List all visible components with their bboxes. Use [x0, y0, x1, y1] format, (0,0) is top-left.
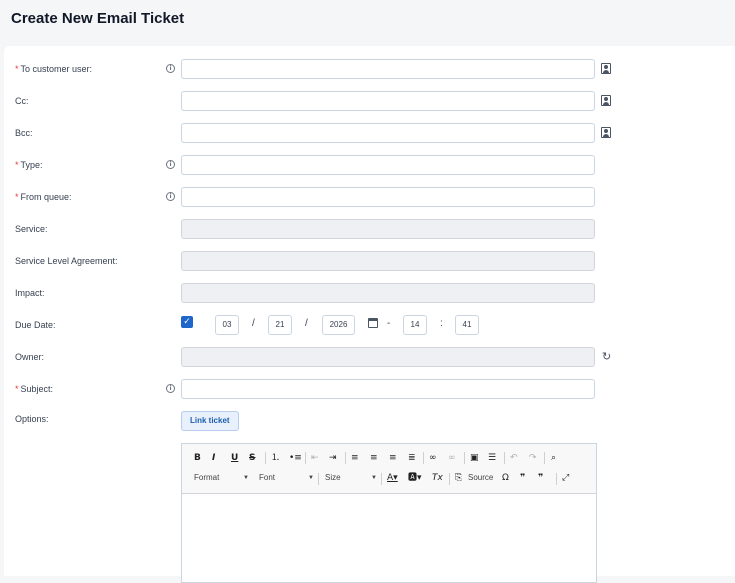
- redo-icon[interactable]: ↷: [529, 452, 537, 464]
- address-book-icon[interactable]: [601, 127, 611, 138]
- to-customer-user-input[interactable]: [181, 59, 595, 79]
- special-char-icon[interactable]: Ω: [502, 472, 509, 484]
- bcc-label: Bcc:: [15, 128, 33, 138]
- ticket-form: * To customer user: i Cc: Bcc: * Type: i *…: [4, 46, 735, 583]
- field-cc: Cc:: [4, 91, 735, 113]
- editor-toolbar: B I U S ⒈ •≡ ⇤ ⇥ ≡ ≡ ≡ ≣ ∞ ∞ ▣ ☰ ↶ ↷ ⌕ F…: [182, 444, 596, 494]
- owner-label: Owner:: [15, 352, 45, 362]
- due-month-select[interactable]: 03: [215, 315, 239, 335]
- field-sla: Service Level Agreement:: [4, 251, 735, 273]
- align-right-icon[interactable]: ≡: [389, 452, 397, 464]
- subject-input[interactable]: [181, 379, 595, 399]
- find-icon[interactable]: ⌕: [551, 452, 556, 464]
- refresh-icon[interactable]: ↻: [602, 350, 611, 363]
- field-type: * Type: i: [4, 155, 735, 177]
- background-color-icon[interactable]: 🅰▾: [408, 472, 422, 484]
- chevron-down-icon: ▼: [371, 475, 377, 481]
- to-label: To customer user:: [20, 64, 93, 74]
- date-separator: /: [305, 318, 308, 329]
- maximize-icon[interactable]: ⤢: [562, 472, 569, 484]
- sla-select[interactable]: [181, 251, 595, 271]
- impact-select[interactable]: [181, 283, 595, 303]
- remove-blockquote-icon[interactable]: ❞: [538, 472, 543, 484]
- chevron-down-icon: ▼: [243, 475, 249, 481]
- bulleted-list-icon[interactable]: •≡: [289, 452, 302, 464]
- bold-button[interactable]: B: [194, 452, 201, 464]
- source-button[interactable]: Source: [468, 472, 493, 484]
- required-marker: *: [15, 192, 19, 202]
- service-label: Service:: [15, 224, 48, 234]
- image-icon[interactable]: ▣: [470, 452, 479, 464]
- due-hour-select[interactable]: 14: [403, 315, 427, 335]
- field-owner: Owner: ↻: [4, 347, 735, 369]
- source-icon[interactable]: ⎘: [455, 472, 462, 484]
- field-to-customer-user: * To customer user: i: [4, 59, 735, 81]
- time-separator: -: [387, 318, 391, 329]
- format-dropdown[interactable]: Format ▼: [194, 472, 249, 484]
- time-colon: :: [440, 318, 443, 329]
- owner-select[interactable]: [181, 347, 595, 367]
- type-label: Type:: [20, 160, 43, 170]
- queue-label: From queue:: [20, 192, 72, 202]
- calendar-icon[interactable]: [368, 318, 378, 328]
- due-date-label: Due Date:: [15, 320, 56, 330]
- cc-input[interactable]: [181, 91, 595, 111]
- editor-body[interactable]: [182, 494, 596, 583]
- cc-label: Cc:: [15, 96, 29, 106]
- info-icon[interactable]: i: [166, 160, 175, 169]
- impact-label: Impact:: [15, 288, 45, 298]
- due-date-checkbox[interactable]: ✓: [181, 316, 193, 328]
- outdent-icon[interactable]: ⇤: [311, 452, 319, 464]
- italic-button[interactable]: I: [212, 452, 215, 464]
- chevron-down-icon: ▼: [308, 475, 314, 481]
- link-icon[interactable]: ∞: [429, 452, 437, 464]
- link-ticket-button[interactable]: Link ticket: [181, 411, 239, 431]
- subject-label: Subject:: [20, 384, 54, 394]
- numbered-list-icon[interactable]: ⒈: [271, 452, 280, 464]
- field-subject: * Subject: i: [4, 379, 735, 401]
- justify-icon[interactable]: ≣: [408, 452, 416, 464]
- field-impact: Impact:: [4, 283, 735, 305]
- service-select[interactable]: [181, 219, 595, 239]
- due-day-select[interactable]: 21: [268, 315, 292, 335]
- blockquote-icon[interactable]: ❞: [520, 472, 525, 484]
- align-center-icon[interactable]: ≡: [370, 452, 378, 464]
- body-editor: B I U S ⒈ •≡ ⇤ ⇥ ≡ ≡ ≡ ≣ ∞ ∞ ▣ ☰ ↶ ↷ ⌕ F…: [181, 443, 597, 583]
- due-minute-select[interactable]: 41: [455, 315, 479, 335]
- undo-icon[interactable]: ↶: [510, 452, 518, 464]
- required-marker: *: [15, 160, 19, 170]
- required-marker: *: [15, 384, 19, 394]
- address-book-icon[interactable]: [601, 63, 611, 74]
- from-queue-select[interactable]: [181, 187, 595, 207]
- info-icon[interactable]: i: [166, 192, 175, 201]
- field-service: Service:: [4, 219, 735, 241]
- align-left-icon[interactable]: ≡: [351, 452, 359, 464]
- required-marker: *: [15, 64, 19, 74]
- indent-icon[interactable]: ⇥: [329, 452, 337, 464]
- field-due-date: Due Date: ✓ 03 / 21 / 2026 - 14 : 41: [4, 315, 735, 337]
- info-icon[interactable]: i: [166, 384, 175, 393]
- options-label: Options:: [15, 414, 49, 424]
- unlink-icon[interactable]: ∞: [448, 452, 456, 464]
- underline-button[interactable]: U: [231, 452, 238, 464]
- field-options: Options: Link ticket: [4, 411, 735, 436]
- strikethrough-button[interactable]: S: [249, 452, 255, 464]
- remove-format-icon[interactable]: Tx: [432, 472, 443, 484]
- horizontal-line-icon[interactable]: ☰: [488, 452, 496, 464]
- font-dropdown[interactable]: Font ▼: [259, 472, 314, 484]
- size-dropdown[interactable]: Size ▼: [325, 472, 377, 484]
- field-from-queue: * From queue: i: [4, 187, 735, 209]
- bcc-input[interactable]: [181, 123, 595, 143]
- sla-label: Service Level Agreement:: [15, 256, 118, 266]
- field-bcc: Bcc:: [4, 123, 735, 145]
- type-select[interactable]: [181, 155, 595, 175]
- date-separator: /: [252, 318, 255, 329]
- page-title: Create New Email Ticket: [11, 10, 185, 27]
- address-book-icon[interactable]: [601, 95, 611, 106]
- due-year-select[interactable]: 2026: [322, 315, 355, 335]
- info-icon[interactable]: i: [166, 64, 175, 73]
- text-color-icon[interactable]: A▾: [387, 472, 398, 484]
